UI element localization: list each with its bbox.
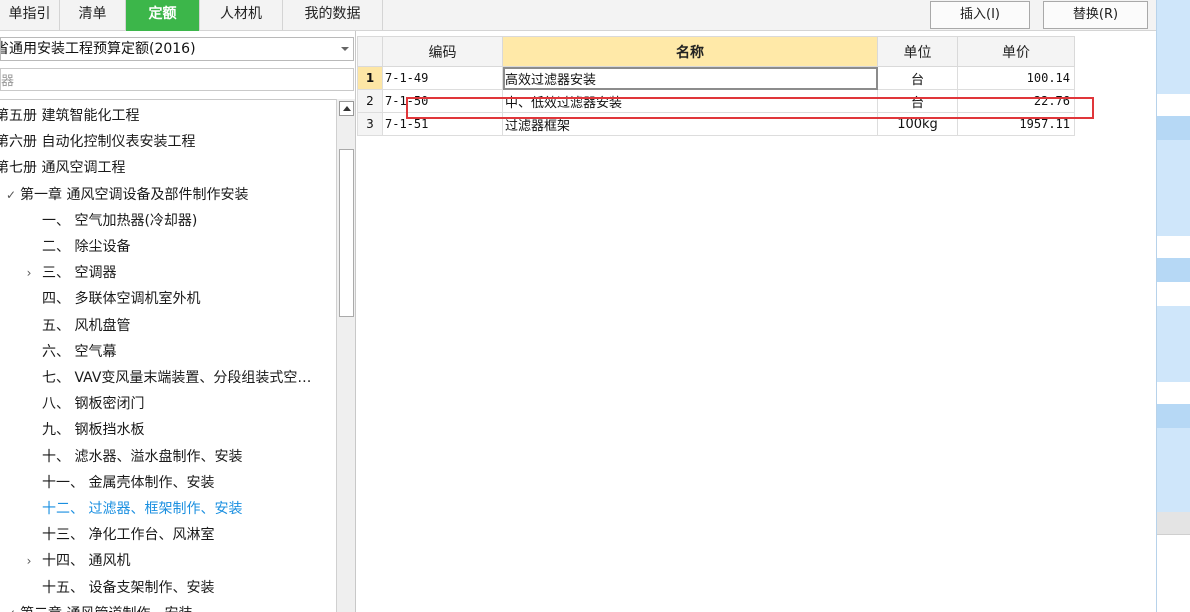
tree-node-label: 第七册 通风空调工程 — [0, 160, 126, 177]
tab-bar: 单指引 清单 定额 人材机 我的数据 插入(I) 替换(R) — [0, 0, 1156, 31]
tree-scrollbar[interactable] — [336, 99, 355, 612]
tab-labor-material-machine[interactable]: 人材机 — [200, 0, 283, 31]
tree-node-label: 一、 空气加热器(冷却器) — [42, 212, 198, 229]
quota-grid: 编码 名称 单位 单价 1 7-1-49 高效过滤器安装台 100.14 2 7-1-50… — [357, 36, 1075, 136]
collapsed-chevron-icon[interactable]: › — [22, 548, 36, 574]
tree-node-label: 七、 VAV变风量末端装置、分段组装式空… — [42, 370, 312, 386]
tree-node-label: 十一、 金属壳体制作、安装 — [42, 474, 215, 491]
replace-button[interactable]: 替换(R) — [1043, 1, 1148, 29]
tree-node-label: 十四、 通风机 — [42, 553, 131, 570]
tree-node[interactable]: 二、 除尘设备 — [22, 234, 130, 260]
insert-button[interactable]: 插入(I) — [930, 1, 1030, 29]
tree-node-label: 第六册 自动化控制仪表安装工程 — [0, 134, 196, 151]
tree-node[interactable]: 七、 VAV变风量末端装置、分段组装式空… — [22, 365, 311, 391]
tree-node[interactable]: 一、 空气加热器(冷却器) — [22, 208, 197, 234]
price-cell[interactable]: 22.76 — [957, 89, 1075, 113]
tree-node-label: 十三、 净化工作台、风淋室 — [42, 527, 215, 544]
column-header-unit[interactable]: 单位 — [877, 36, 958, 67]
right-side-panel — [1156, 0, 1190, 612]
tree-node[interactable]: ✓ 第一章 通风空调设备及部件制作安装 — [4, 182, 248, 208]
column-header-code[interactable]: 编码 — [382, 36, 503, 67]
tree-node-label: 六、 空气幕 — [42, 343, 117, 360]
tree-node[interactable]: 十三、 净化工作台、风淋室 — [22, 522, 214, 548]
unit-cell[interactable]: 台 — [877, 66, 958, 90]
library-select[interactable]: 省通用安装工程预算定额(2016) — [0, 37, 354, 61]
name-cell[interactable]: 中、低效过滤器安装 — [502, 89, 878, 113]
code-cell[interactable]: 7-1-50 — [382, 89, 503, 113]
row-number-cell[interactable]: 3 — [357, 112, 383, 136]
unit-cell[interactable]: 台 — [877, 89, 958, 113]
tree-node-label: 第五册 建筑智能化工程 — [0, 108, 140, 124]
code-cell[interactable]: 7-1-51 — [382, 112, 503, 136]
quota-tree: 第五册 建筑智能化工程 第六册 自动化控制仪表安装工程 第七册 通风空调工程 ✓ 第一章… — [0, 99, 336, 612]
tab-quota[interactable]: 定额 — [126, 0, 200, 31]
tree-node-label: 五、 风机盘管 — [42, 317, 131, 334]
tree-node[interactable]: 第七册 通风空调工程 — [0, 155, 125, 181]
tree-node-label: 十、 滤水器、溢水盘制作、安装 — [42, 448, 243, 465]
tree-node[interactable]: 第五册 建筑智能化工程 — [0, 103, 139, 129]
tree-node[interactable]: 五、 风机盘管 — [22, 313, 130, 339]
name-cell[interactable]: 过滤器框架 — [502, 112, 878, 136]
tree-node-label: 十五、 设备支架制作、安装 — [42, 579, 215, 596]
scrollbar-thumb[interactable] — [339, 149, 354, 317]
tab-guide[interactable]: 单指引 — [0, 0, 60, 31]
unit-cell[interactable]: 100kg — [877, 112, 958, 136]
name-cell[interactable]: 高效过滤器安装 — [502, 66, 878, 90]
tree-node-label: 第一章 通风空调设备及部件制作安装 — [20, 186, 249, 203]
library-select-value: 省通用安装工程预算定额(2016) — [0, 41, 196, 57]
tree-search-input[interactable] — [0, 68, 354, 91]
tree-node-label: 二、 除尘设备 — [42, 239, 131, 255]
row-number-cell[interactable]: 1 — [357, 66, 383, 90]
tab-my-data[interactable]: 我的数据 — [283, 0, 383, 31]
column-header-price[interactable]: 单价 — [957, 36, 1075, 67]
tab-bill[interactable]: 清单 — [60, 0, 126, 31]
scroll-up-icon[interactable] — [339, 101, 354, 116]
tree-node[interactable]: › 十四、 通风机 — [22, 548, 131, 574]
table-row[interactable]: 1 7-1-49 高效过滤器安装台 100.14 — [357, 66, 1075, 90]
chevron-down-icon — [341, 47, 349, 51]
tree-node[interactable]: 四、 多联体空调机室外机 — [22, 286, 200, 312]
quota-library-panel: 省通用安装工程预算定额(2016) 第五册 建筑智能化工程第六册 自动化控制仪表… — [0, 31, 356, 612]
tree-node[interactable]: ✓第二章 通风管道制作、安装 — [4, 601, 192, 612]
column-header-name[interactable]: 名称 — [502, 36, 878, 67]
code-cell[interactable]: 7-1-49 — [382, 66, 503, 90]
expanded-chevron-icon[interactable]: ✓ — [4, 601, 18, 612]
tree-node[interactable]: › 三、 空调器 — [22, 260, 117, 286]
expanded-chevron-icon[interactable]: ✓ — [4, 182, 18, 208]
table-row[interactable]: 3 7-1-51 过滤器框架 100kg 1957.11 — [357, 112, 1075, 136]
tree-node[interactable]: 第六册 自动化控制仪表安装工程 — [0, 129, 195, 155]
tree-node-label: 第二章 通风管道制作、安装 — [18, 606, 192, 612]
tree-node-label: 四、 多联体空调机室外机 — [42, 291, 201, 308]
tree-node-label: 九、 钢板挡水板 — [42, 422, 145, 439]
price-cell[interactable]: 1957.11 — [957, 112, 1075, 136]
collapsed-chevron-icon[interactable]: › — [22, 260, 36, 286]
table-row[interactable]: 2 7-1-50 中、低效过滤器安装台 22.76 — [357, 89, 1075, 113]
row-number-header — [357, 36, 383, 67]
tree-node[interactable]: 十二、 过滤器、框架制作、安装 — [22, 496, 242, 522]
grid-header-row: 编码 名称 单位 单价 — [357, 36, 1075, 67]
tree-node[interactable]: 六、 空气幕 — [22, 339, 116, 365]
tree-node-label: 十二、 过滤器、框架制作、安装 — [42, 501, 243, 517]
tree-node-label: 八、 钢板密闭门 — [42, 396, 145, 413]
tree-node[interactable]: 十一、 金属壳体制作、安装 — [22, 470, 214, 496]
tree-node-label: 三、 空调器 — [42, 265, 117, 282]
tree-node[interactable]: 八、 钢板密闭门 — [22, 391, 144, 417]
price-cell[interactable]: 100.14 — [957, 66, 1075, 90]
quota-grid-area: 编码 名称 单位 单价 1 7-1-49 高效过滤器安装台 100.14 2 7-1-50… — [357, 31, 1156, 612]
tree-node[interactable]: 九、 钢板挡水板 — [22, 417, 144, 443]
tree-node[interactable]: 十、 滤水器、溢水盘制作、安装 — [22, 444, 242, 470]
tree-node[interactable]: 十五、 设备支架制作、安装 — [22, 575, 214, 601]
row-number-cell[interactable]: 2 — [357, 89, 383, 113]
